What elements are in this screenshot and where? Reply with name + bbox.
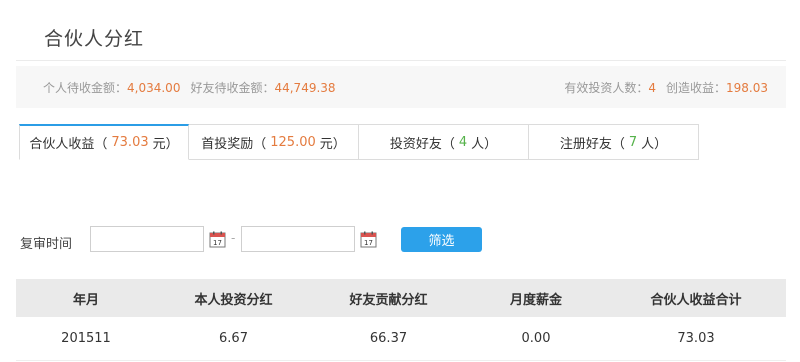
filter-button[interactable]: 筛选 <box>401 227 482 252</box>
tab-value: 73.03 <box>111 135 149 150</box>
col-header-monthly-salary: 月度薪金 <box>466 279 606 317</box>
tab-unit: 元） <box>152 137 179 152</box>
calendar-icon[interactable]: 17 <box>209 231 226 248</box>
summary-right: 有效投资人数：4 创造收益：198.03 <box>564 79 768 96</box>
summary-bar: 个人待收金额：4,034.00 好友待收金额：44,749.38 有效投资人数：4… <box>16 66 786 108</box>
cell-partner-total: 73.03 <box>606 317 786 361</box>
date-separator: - <box>231 231 236 245</box>
cell-year-month: 201511 <box>16 317 156 361</box>
tab-value: 4 <box>458 134 468 150</box>
tab-registered-friends[interactable]: 注册好友（ 7 人） <box>529 124 699 160</box>
created-income-value: 198.03 <box>726 81 768 95</box>
self-pending-value: 4,034.00 <box>127 81 181 95</box>
created-income-label: 创造收益： <box>665 81 726 95</box>
end-date-input[interactable] <box>241 226 355 252</box>
tab-bar: 合伙人收益（ 73.03 元） 首投奖励（ 125.00 元） 投资好友（ 4 人） 注册好… <box>19 124 699 160</box>
svg-text:17: 17 <box>213 239 222 247</box>
self-pending-label: 个人待收金额： <box>43 81 128 95</box>
title-divider <box>16 60 786 61</box>
tab-first-invest-reward[interactable]: 首投奖励（ 125.00 元） <box>189 124 359 160</box>
friend-pending-value: 44,749.38 <box>274 81 336 95</box>
tab-unit: 人） <box>471 136 498 152</box>
col-header-partner-total: 合伙人收益合计 <box>606 279 786 317</box>
dividend-table: 年月 本人投资分红 好友贡献分红 月度薪金 合伙人收益合计 201511 6.6… <box>16 279 786 361</box>
cell-friend-dividend: 66.37 <box>311 317 466 361</box>
tab-unit: 元） <box>319 136 346 152</box>
cell-monthly-salary: 0.00 <box>466 317 606 361</box>
table-header-row: 年月 本人投资分红 好友贡献分红 月度薪金 合伙人收益合计 <box>16 279 786 317</box>
valid-investors-value: 4 <box>648 81 656 95</box>
col-header-year-month: 年月 <box>16 279 156 317</box>
start-date-input[interactable] <box>90 226 204 252</box>
review-time-label: 复审时间 <box>20 237 73 252</box>
table-row: 201511 6.67 66.37 0.00 73.03 <box>16 317 786 361</box>
summary-left: 个人待收金额：4,034.00 好友待收金额：44,749.38 <box>43 79 336 96</box>
col-header-self-dividend: 本人投资分红 <box>156 279 311 317</box>
col-header-friend-dividend: 好友贡献分红 <box>311 279 466 317</box>
tab-label: 注册好友（ <box>559 136 625 152</box>
tab-investing-friends[interactable]: 投资好友（ 4 人） <box>359 124 529 160</box>
svg-text:17: 17 <box>364 239 373 247</box>
tab-label: 首投奖励（ <box>201 136 267 152</box>
tab-unit: 人） <box>641 136 668 152</box>
tab-label: 投资好友（ <box>389 136 455 152</box>
tab-partner-income[interactable]: 合伙人收益（ 73.03 元） <box>19 124 189 160</box>
cell-self-dividend: 6.67 <box>156 317 311 361</box>
tab-value: 125.00 <box>270 134 316 150</box>
calendar-icon[interactable]: 17 <box>360 231 377 248</box>
tab-value: 7 <box>628 134 638 150</box>
valid-investors-label: 有效投资人数： <box>564 81 649 95</box>
tab-label: 合伙人收益（ <box>29 137 108 152</box>
page-title: 合伙人分红 <box>44 28 145 50</box>
friend-pending-label: 好友待收金额： <box>190 81 275 95</box>
